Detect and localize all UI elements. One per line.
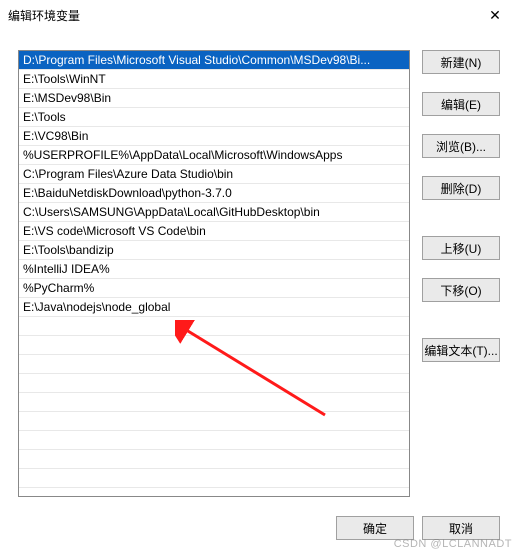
watermark: CSDN @LCLANNADT — [394, 538, 512, 550]
list-item[interactable]: E:\Tools\WinNT — [19, 70, 409, 89]
delete-button[interactable]: 删除(D) — [422, 176, 500, 200]
list-item[interactable]: E:\Tools — [19, 108, 409, 127]
cancel-button[interactable]: 取消 — [422, 516, 500, 540]
list-item[interactable] — [19, 393, 409, 412]
new-button[interactable]: 新建(N) — [422, 50, 500, 74]
list-item[interactable]: E:\MSDev98\Bin — [19, 89, 409, 108]
list-item[interactable]: E:\BaiduNetdiskDownload\python-3.7.0 — [19, 184, 409, 203]
list-item[interactable]: E:\Tools\bandizip — [19, 241, 409, 260]
window-title: 编辑环境变量 — [8, 7, 80, 24]
list-item[interactable] — [19, 374, 409, 393]
list-item[interactable]: C:\Users\SAMSUNG\AppData\Local\GitHubDes… — [19, 203, 409, 222]
list-item[interactable]: %PyCharm% — [19, 279, 409, 298]
move-down-button[interactable]: 下移(O) — [422, 278, 500, 302]
list-item[interactable] — [19, 431, 409, 450]
list-item[interactable] — [19, 317, 409, 336]
edit-text-button[interactable]: 编辑文本(T)... — [422, 338, 500, 362]
list-item[interactable]: E:\VS code\Microsoft VS Code\bin — [19, 222, 409, 241]
browse-button[interactable]: 浏览(B)... — [422, 134, 500, 158]
list-item[interactable] — [19, 355, 409, 374]
close-icon[interactable]: ✕ — [480, 0, 510, 30]
edit-button[interactable]: 编辑(E) — [422, 92, 500, 116]
list-item[interactable]: %IntelliJ IDEA% — [19, 260, 409, 279]
list-item[interactable] — [19, 469, 409, 488]
path-listbox[interactable]: D:\Program Files\Microsoft Visual Studio… — [18, 50, 410, 497]
list-item[interactable] — [19, 412, 409, 431]
move-up-button[interactable]: 上移(U) — [422, 236, 500, 260]
list-item[interactable]: C:\Program Files\Azure Data Studio\bin — [19, 165, 409, 184]
list-item[interactable] — [19, 450, 409, 469]
list-item[interactable] — [19, 336, 409, 355]
list-item[interactable]: D:\Program Files\Microsoft Visual Studio… — [19, 51, 409, 70]
list-item[interactable]: %USERPROFILE%\AppData\Local\Microsoft\Wi… — [19, 146, 409, 165]
ok-button[interactable]: 确定 — [336, 516, 414, 540]
list-item[interactable]: E:\VC98\Bin — [19, 127, 409, 146]
list-item[interactable]: E:\Java\nodejs\node_global — [19, 298, 409, 317]
